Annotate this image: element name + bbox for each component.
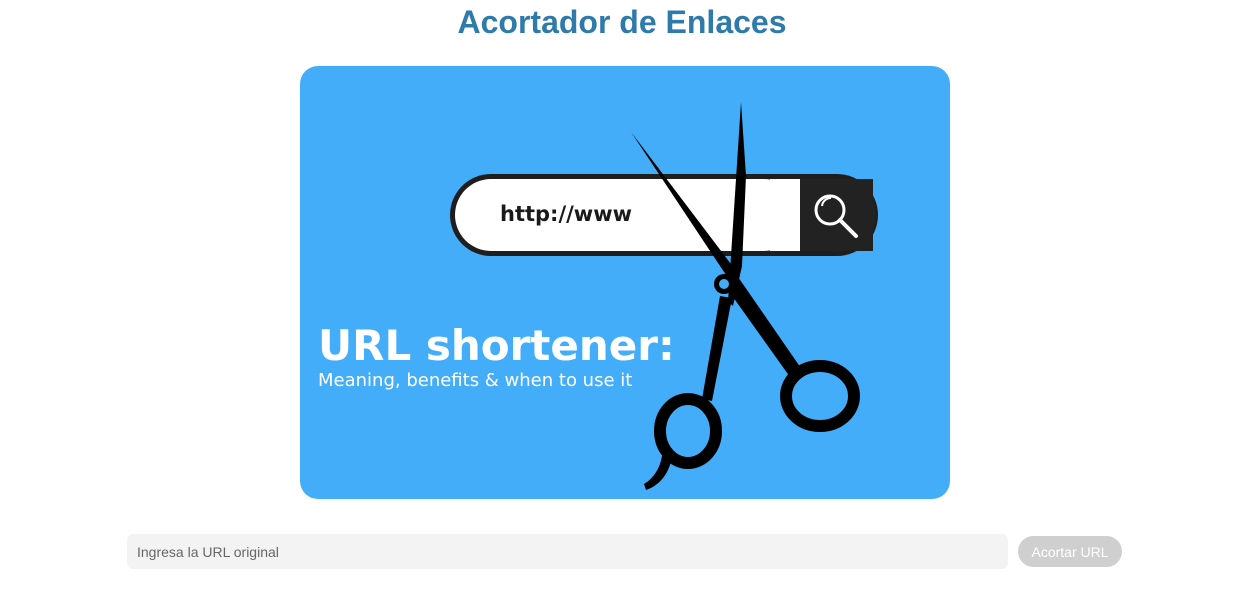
shorten-form: Acortar URL: [127, 534, 1123, 569]
url-bar-text: http://www: [500, 202, 632, 226]
hero-headline: URL shortener:: [318, 321, 675, 370]
url-input[interactable]: [127, 534, 1008, 569]
hero-subheadline: Meaning, benefits & when to use it: [318, 370, 632, 391]
hero-image: http://www URL shortener: Meaning, benef…: [300, 66, 950, 499]
scissors-icon: [631, 102, 860, 490]
page-title: Acortador de Enlaces: [457, 4, 787, 40]
url-bar-graphic: http://www: [450, 174, 878, 256]
page: Acortador de Enlaces http://www URL shor…: [0, 0, 1244, 598]
hero-illustration: http://www URL shortener: Meaning, benef…: [318, 102, 878, 490]
shorten-url-button[interactable]: Acortar URL: [1018, 536, 1122, 567]
